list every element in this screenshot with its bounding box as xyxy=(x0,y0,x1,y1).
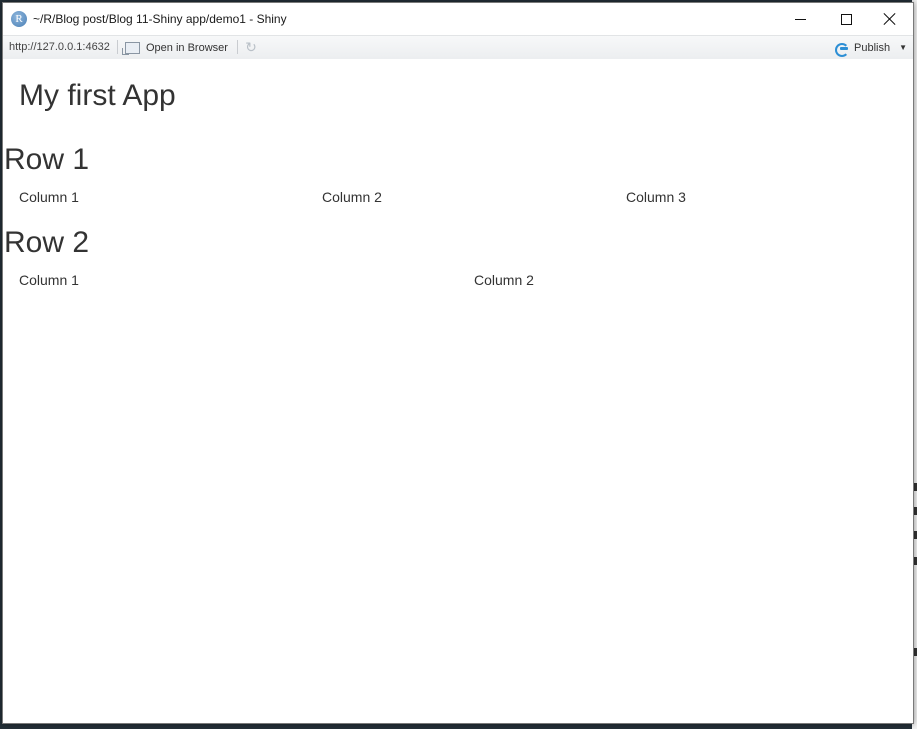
column-label: Column 2 xyxy=(474,272,534,288)
toolbar-divider xyxy=(117,40,118,54)
column-label: Column 3 xyxy=(626,189,686,205)
row-heading: Row 1 xyxy=(4,143,90,176)
chevron-down-icon[interactable]: ▼ xyxy=(899,43,907,52)
refresh-icon: ↻ xyxy=(245,39,257,55)
publish-label: Publish xyxy=(854,41,891,54)
publish-icon xyxy=(835,41,849,57)
window-title: ~/R/Blog post/Blog 11-Shiny app/demo1 - … xyxy=(33,12,287,26)
column-label: Column 1 xyxy=(19,272,79,288)
maximize-button[interactable] xyxy=(823,3,869,35)
title-bar[interactable]: R ~/R/Blog post/Blog 11-Shiny app/demo1 … xyxy=(3,3,913,35)
refresh-button[interactable]: ↻ xyxy=(243,39,259,55)
shiny-app-content: My first App Row 1 Column 1 Column 2 Col… xyxy=(3,59,913,723)
maximize-icon xyxy=(840,13,852,25)
page-title: My first App xyxy=(19,79,176,112)
close-icon xyxy=(884,13,896,25)
minimize-icon xyxy=(794,18,806,20)
column-label: Column 1 xyxy=(19,189,79,205)
column-label: Column 2 xyxy=(322,189,382,205)
open-in-browser-button[interactable]: Open in Browser xyxy=(122,39,228,56)
url-display: http://127.0.0.1:4632 xyxy=(9,41,110,53)
toolbar-divider xyxy=(237,40,238,54)
desktop: R ~/R/Blog post/Blog 11-Shiny app/demo1 … xyxy=(0,0,917,729)
browser-window-icon xyxy=(122,41,140,55)
publish-button[interactable]: Publish ▼ xyxy=(835,39,907,57)
shiny-viewer-window: R ~/R/Blog post/Blog 11-Shiny app/demo1 … xyxy=(2,2,914,724)
close-button[interactable] xyxy=(867,3,913,35)
row-heading: Row 2 xyxy=(4,226,90,259)
r-logo-icon: R xyxy=(11,11,27,27)
open-in-browser-label: Open in Browser xyxy=(146,41,228,54)
viewer-toolbar: http://127.0.0.1:4632 Open in Browser ↻ … xyxy=(3,35,913,60)
minimize-button[interactable] xyxy=(777,3,823,35)
